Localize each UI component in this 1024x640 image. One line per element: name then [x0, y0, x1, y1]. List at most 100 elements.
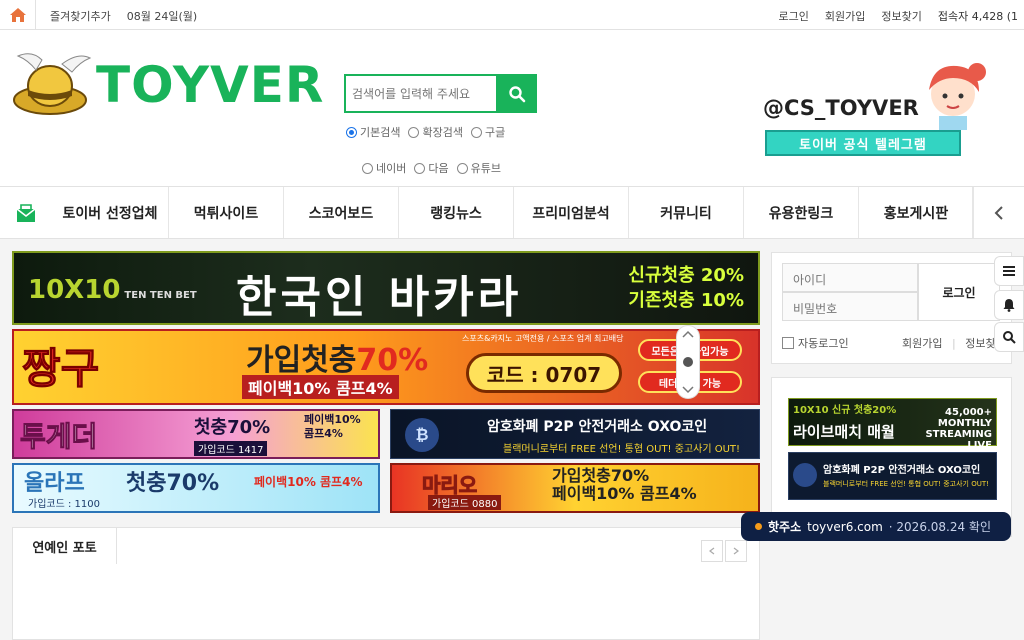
radio-label: 네이버 [376, 162, 407, 175]
bell-icon [1003, 299, 1015, 312]
side-banner-right: 45,000+ MONTHLY STREAMING LIVE [925, 407, 992, 451]
notification-button[interactable] [994, 290, 1024, 320]
nav-item-promo-board[interactable]: 홍보게시판 [859, 187, 974, 238]
radio-label: 유튜브 [470, 162, 501, 175]
menu-button[interactable] [994, 256, 1024, 286]
section-next-button[interactable] [725, 540, 747, 562]
banner-jjanggu[interactable]: 짱구 가입첫충70% 페이백10% 콤프4% 스포츠&카지노 고액전용 / 스포… [12, 329, 760, 405]
nav-mail-button[interactable] [0, 187, 52, 238]
hat-logo-icon [13, 53, 92, 115]
top-login-link[interactable]: 로그인 [779, 8, 809, 24]
banner-logo: 10X10 TEN TEN BET [28, 275, 197, 305]
username-field[interactable]: 아이디 [782, 263, 918, 292]
side-search-button[interactable] [994, 322, 1024, 352]
nav-item-scoreboard[interactable]: 스코어보드 [284, 187, 399, 238]
side-banner-oxo[interactable]: 암호화폐 P2P 안전거래소 OXO코인 블랙머니로부터 FREE 선언! 통협… [788, 452, 997, 500]
checkbox [782, 337, 794, 349]
carousel-dot[interactable] [683, 357, 693, 367]
side-banner-livematch[interactable]: 10X10 신규 첫충20% 라이브매치 매월 45,000+ MONTHLY … [788, 398, 997, 451]
banner-side-line: 콤프4% [304, 427, 343, 440]
login-button[interactable]: 로그인 [918, 263, 1000, 321]
banner-code: 가입코드 0880 [428, 495, 502, 510]
side-banner-top: 10X10 신규 첫충20% [793, 405, 897, 416]
radio-google[interactable]: 구글 [470, 124, 506, 140]
nav-item-community[interactable]: 커뮤니티 [629, 187, 744, 238]
banner-together[interactable]: 투게더 첫충70% 페이백10% 콤프4% 가입코드 1417 [12, 409, 380, 459]
banner-side-line: 페이백10% [304, 413, 361, 426]
banner-small-text: 스포츠&카지노 고액전용 / 스포츠 업계 최고배당 [462, 334, 624, 343]
login-box: 아이디 비밀번호 로그인 자동로그인 회원가입 | 정보찾기 [771, 252, 1012, 364]
mail-icon [16, 203, 36, 222]
section-prev-button[interactable] [701, 540, 723, 562]
search-type-row-2: 네이버 다음 유튜브 [362, 160, 501, 176]
password-field[interactable]: 비밀번호 [782, 292, 918, 321]
banner-code: 가입코드 1417 [194, 441, 268, 456]
banner-mario[interactable]: 마리오 가입코드 0880 가입첫충70% 페이백10% 콤프4% [390, 463, 760, 513]
bookmark-link[interactable]: 즐겨찾기추가 [50, 8, 111, 24]
radio-daum[interactable]: 다음 [414, 160, 449, 176]
nav-item-useful-links[interactable]: 유용한링크 [744, 187, 859, 238]
home-icon [9, 8, 26, 22]
auto-login-checkbox[interactable]: 자동로그인 [782, 335, 849, 351]
radio-extended-search[interactable]: 확장검색 [408, 124, 463, 140]
celeb-photo-section: 연예인 포토 [12, 527, 760, 640]
banner-title-a: 가입첫충 [246, 343, 357, 378]
radio-label: 기본검색 [360, 126, 401, 139]
side-banner-title: 암호화폐 P2P 안전거래소 OXO코인 [823, 465, 981, 476]
main-nav: 토이버 선정업체 먹튀사이트 스코어보드 랭킹뉴스 프리미엄분석 커뮤니티 유용… [0, 186, 1024, 239]
mascot-icon [929, 63, 986, 130]
signup-link[interactable]: 회원가입 [902, 337, 942, 350]
top-signup-link[interactable]: 회원가입 [825, 8, 865, 24]
chevron-up-icon[interactable] [682, 330, 694, 338]
banner-side-line: 신규첫충 20% [628, 265, 744, 286]
radio-basic-search[interactable]: 기본검색 [346, 124, 400, 140]
top-find-link[interactable]: 정보찾기 [881, 8, 921, 24]
nav-item-premium-analysis[interactable]: 프리미엄분석 [514, 187, 629, 238]
nav-item-selected-sites[interactable]: 토이버 선정업체 [52, 187, 169, 238]
radio-youtube[interactable]: 유튜브 [456, 160, 501, 176]
telegram-button[interactable]: 토이버 공식 텔레그램 [765, 130, 961, 156]
radio-label: 확장검색 [422, 126, 463, 139]
banner-title-line: 가입첫충70% [552, 466, 650, 485]
toast-domain[interactable]: toyver6.com [807, 520, 883, 534]
carousel-nav[interactable] [676, 325, 700, 399]
hot-address-toast[interactable]: 핫주소 toyver6.com · 2026.08.24 확인 [741, 512, 1011, 541]
banner-side-text: 페이백10% 콤프4% [254, 475, 363, 489]
radio-dot [414, 162, 426, 174]
side-banner-subtitle: 블랙머니로부터 FREE 선언! 통협 OUT! 중고사기 OUT! [823, 480, 989, 488]
banner-brand: 짱구 [21, 344, 100, 394]
logo-text: TOYVER [96, 56, 325, 114]
search-input[interactable] [352, 83, 492, 105]
nav-item-scam-sites[interactable]: 먹튀사이트 [169, 187, 284, 238]
separator: | [951, 337, 956, 350]
search-button[interactable] [496, 74, 537, 113]
banner-tentenbet[interactable]: 10X10 TEN TEN BET 한국인 바카라 신규첫충 20% 기존첫충 1… [12, 251, 760, 325]
radio-label: 구글 [484, 126, 506, 139]
banner-brand: 투게더 [19, 420, 98, 454]
nav-item-ranking-news[interactable]: 랭킹뉴스 [399, 187, 514, 238]
chevron-down-icon[interactable] [682, 386, 694, 394]
banner-side-text: 신규첫충 20% 기존첫충 10% [628, 263, 744, 313]
telegram-handle: @CS_TOYVER [763, 96, 919, 120]
radio-naver[interactable]: 네이버 [362, 160, 406, 176]
telegram-promo[interactable]: @CS_TOYVER 토이버 공식 텔레그램 [745, 54, 1005, 184]
banner-logo-sub: TEN TEN BET [124, 290, 197, 301]
auto-login-label: 자동로그인 [798, 337, 849, 350]
banner-title: 가입첫충70% [246, 335, 428, 379]
radio-dot [456, 162, 468, 174]
banner-oxo-coin[interactable]: ₿ 암호화폐 P2P 안전거래소 OXO코인 블랙머니로부터 FREE 선언! … [390, 409, 760, 459]
banner-logo-text: 10X10 [28, 275, 121, 305]
side-banner-title: 라이브매치 매월 [793, 423, 895, 441]
banner-side-line: 기존첫충 10% [628, 290, 744, 311]
tab-celeb-photo[interactable]: 연예인 포토 [13, 528, 117, 564]
banner-olaf[interactable]: 올라프 가입코드 : 1100 첫충70% 페이백10% 콤프4% [12, 463, 380, 513]
banner-subtitle: 페이백10% 콤프4% [242, 375, 399, 399]
login-links: 회원가입 | 정보찾기 [902, 335, 1006, 351]
banner-title-line: 페이백10% 콤프4% [552, 484, 697, 503]
toast-date: · 2026.08.24 확인 [888, 520, 992, 534]
site-logo[interactable]: TOYVER [12, 50, 323, 130]
banner-side-text: 페이백10% 콤프4% [304, 413, 361, 441]
nav-prev-button[interactable] [972, 187, 1024, 238]
bitcoin-icon: ₿ [405, 418, 439, 452]
home-button[interactable] [0, 0, 36, 30]
